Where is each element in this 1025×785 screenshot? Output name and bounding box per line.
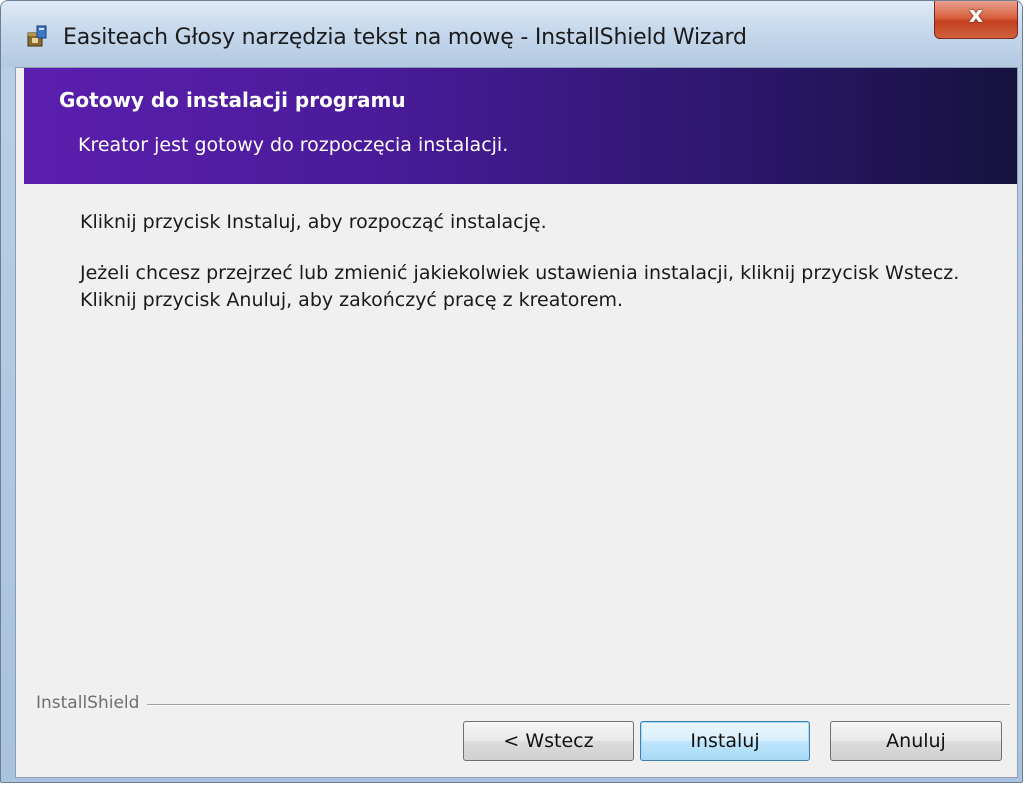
install-button[interactable]: Instaluj	[640, 721, 810, 761]
divider-line	[36, 704, 1010, 706]
review-settings-text: Jeżeli chcesz przejrzeć lub zmienić jaki…	[80, 262, 960, 284]
brand-label: InstallShield	[36, 693, 148, 713]
banner-subtitle: Kreator jest gotowy do rozpoczęcia insta…	[78, 134, 509, 156]
window-title: Easiteach Głosy narzędzia tekst na mowę …	[63, 25, 747, 50]
wizard-client-area: Gotowy do instalacji programu Kreator je…	[15, 67, 1018, 778]
header-banner: Gotowy do instalacji programu Kreator je…	[24, 68, 1017, 184]
cancel-hint-text: Kliknij przycisk Anuluj, aby zakończyć p…	[80, 289, 624, 311]
back-button[interactable]: < Wstecz	[463, 721, 634, 761]
banner-title: Gotowy do instalacji programu	[59, 88, 406, 112]
close-icon: x	[968, 3, 984, 28]
title-bar[interactable]: Easiteach Głosy narzędzia tekst na mowę …	[1, 1, 1022, 67]
cancel-button[interactable]: Anuluj	[830, 721, 1002, 761]
close-button[interactable]: x	[934, 1, 1018, 39]
brand-divider: InstallShield	[24, 693, 1017, 713]
installer-box-icon	[27, 25, 47, 47]
installer-window: Easiteach Głosy narzędzia tekst na mowę …	[0, 0, 1023, 783]
instruction-text: Kliknij przycisk Instaluj, aby rozpocząć…	[80, 211, 547, 233]
wizard-content: Kliknij przycisk Instaluj, aby rozpocząć…	[24, 184, 1017, 684]
